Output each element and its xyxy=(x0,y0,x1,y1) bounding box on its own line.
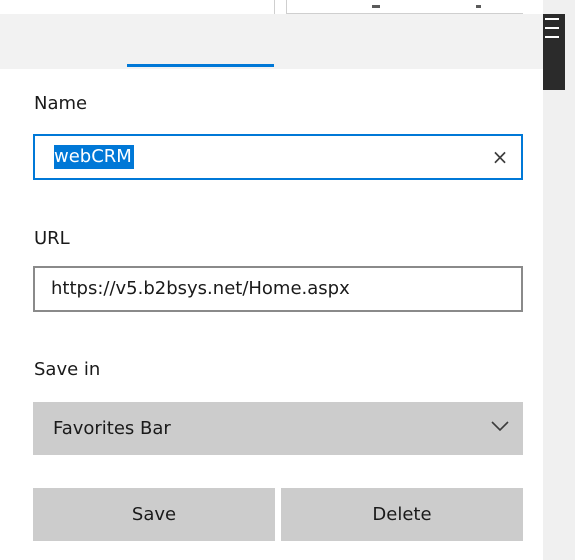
panel-header xyxy=(0,0,543,70)
menu-line xyxy=(545,36,559,38)
tab-bar xyxy=(0,14,543,69)
clipped-text-fragment xyxy=(372,5,380,8)
divider xyxy=(274,0,275,14)
clipped-text-fragment xyxy=(476,5,481,8)
chevron-down-icon xyxy=(491,421,509,432)
favorites-edit-panel: Name webCRM × URL https://v5.b2bsys.net/… xyxy=(0,0,575,560)
menu-line xyxy=(545,27,559,29)
save-button[interactable]: Save xyxy=(33,488,275,541)
tab-active[interactable] xyxy=(127,14,274,69)
name-label: Name xyxy=(34,93,88,114)
name-value: webCRM xyxy=(54,145,134,169)
close-icon[interactable]: × xyxy=(489,145,511,169)
tab-active-indicator xyxy=(127,64,274,67)
divider xyxy=(286,0,287,14)
url-label: URL xyxy=(34,228,70,249)
save-in-label: Save in xyxy=(34,359,101,380)
hamburger-menu-icon[interactable] xyxy=(545,18,563,38)
tab-inactive[interactable] xyxy=(0,14,127,69)
save-in-dropdown[interactable]: Favorites Bar xyxy=(33,402,523,455)
url-value: https://v5.b2bsys.net/Home.aspx xyxy=(51,278,350,299)
delete-button[interactable]: Delete xyxy=(281,488,523,541)
menu-line xyxy=(545,18,559,20)
url-field[interactable]: https://v5.b2bsys.net/Home.aspx xyxy=(33,266,523,312)
name-field[interactable]: webCRM × xyxy=(33,134,523,180)
save-in-value: Favorites Bar xyxy=(53,418,171,439)
